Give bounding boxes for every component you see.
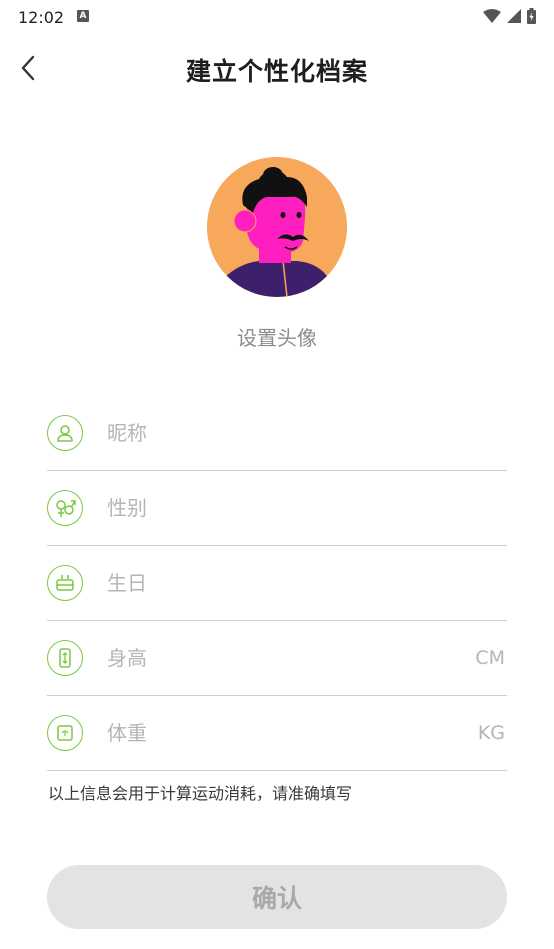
gender-icon bbox=[47, 490, 83, 526]
battery-icon bbox=[527, 8, 536, 24]
avatar-caption[interactable]: 设置头像 bbox=[0, 322, 554, 351]
height-unit: CM bbox=[475, 647, 505, 669]
height-row[interactable]: CM bbox=[47, 621, 507, 696]
birthday-row[interactable] bbox=[47, 546, 507, 621]
gender-input[interactable] bbox=[107, 488, 507, 528]
info-hint: 以上信息会用于计算运动消耗，请准确填写 bbox=[48, 784, 353, 803]
nickname-row bbox=[47, 396, 507, 471]
height-input[interactable] bbox=[107, 638, 476, 678]
height-icon bbox=[47, 640, 83, 676]
weight-unit: KG bbox=[477, 722, 505, 744]
cake-icon bbox=[47, 565, 83, 601]
status-icons bbox=[483, 8, 536, 24]
notification-icon: A bbox=[77, 10, 89, 22]
status-bar: 12:02 A bbox=[0, 0, 554, 34]
wifi-icon bbox=[483, 9, 501, 23]
nickname-input[interactable] bbox=[107, 413, 507, 453]
signal-icon bbox=[507, 9, 521, 23]
profile-form: CM KG bbox=[47, 396, 507, 771]
avatar-illustration bbox=[207, 157, 347, 297]
scale-icon bbox=[47, 715, 83, 751]
status-time: 12:02 bbox=[18, 8, 65, 27]
page-title: 建立个性化档案 bbox=[185, 57, 368, 86]
weight-input[interactable] bbox=[107, 713, 478, 753]
birthday-input[interactable] bbox=[107, 563, 507, 603]
weight-row[interactable]: KG bbox=[47, 696, 507, 771]
avatar-picker[interactable] bbox=[207, 157, 347, 297]
gender-row[interactable] bbox=[47, 471, 507, 546]
header: 建立个性化档案 bbox=[0, 40, 554, 96]
person-icon bbox=[47, 415, 83, 451]
confirm-button[interactable]: 确认 bbox=[47, 865, 507, 929]
